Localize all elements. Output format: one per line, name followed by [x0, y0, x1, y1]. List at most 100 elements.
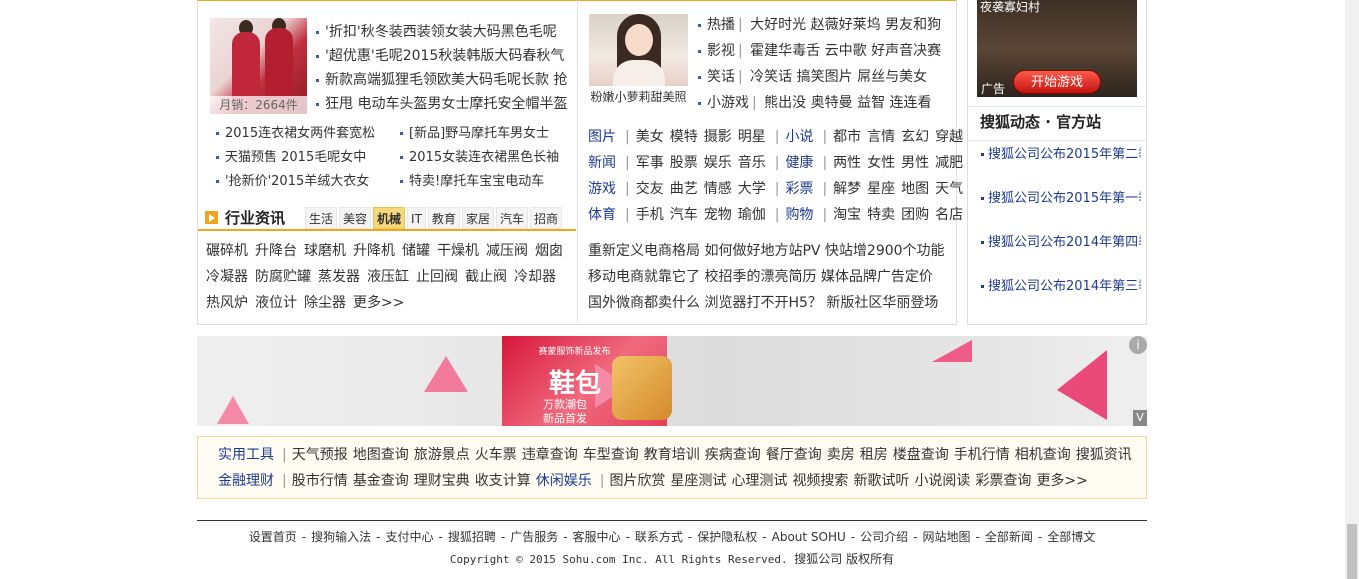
tool-link[interactable]: 楼盘查询 [893, 447, 949, 463]
footer-link[interactable]: 全部新闻 [985, 530, 1033, 544]
category-link[interactable]: 新闻 [588, 155, 616, 171]
nav-link[interactable]: 减肥 [935, 155, 963, 171]
machinery-link[interactable]: 冷凝器 [206, 269, 248, 285]
nav-link[interactable]: 瑜伽 [738, 207, 766, 223]
list-link[interactable]: 奥特曼 [811, 95, 853, 111]
nav-link[interactable]: 汽车 [670, 207, 698, 223]
category-link[interactable]: 小说 [785, 129, 813, 145]
featured-photo[interactable] [589, 14, 688, 86]
footer-link[interactable]: 设置首页 [249, 530, 297, 544]
tool-link[interactable]: 教育培训 [644, 447, 700, 463]
machinery-link[interactable]: 截止阀 [465, 269, 507, 285]
photo-caption[interactable]: 粉嫩小萝莉甜美照 [589, 88, 688, 106]
more-link[interactable]: 更多>> [1036, 473, 1087, 489]
nav-link[interactable]: 特卖 [867, 207, 895, 223]
footer-link[interactable]: 客服中心 [573, 530, 621, 544]
list-link[interactable]: 搞笑图片 [797, 69, 853, 85]
nav-link[interactable]: 明星 [738, 129, 766, 145]
nav-link[interactable]: 宠物 [704, 207, 732, 223]
list-link[interactable]: 赵薇好莱坞 [811, 17, 881, 33]
list-link[interactable]: 益智 [857, 95, 885, 111]
list-item[interactable]: 移动电商就靠它了 校招季的漂亮简历 媒体品牌广告定价 [588, 264, 954, 290]
tab-beauty[interactable]: 美容 [339, 207, 372, 229]
nav-link[interactable]: 女性 [867, 155, 895, 171]
category-link[interactable]: 影视 [707, 43, 735, 59]
nav-link[interactable]: 美女 [636, 129, 664, 145]
nav-link[interactable]: 曲艺 [670, 181, 698, 197]
list-item[interactable]: '超优惠'毛呢2015秋装韩版大码春秋气 [316, 44, 568, 68]
list-item[interactable]: '折扣'秋冬装西装领女装大码黑色毛呢 [316, 20, 568, 44]
tool-link[interactable]: 新歌试听 [853, 473, 909, 489]
list-item[interactable]: 搜狐公司公布2014年第四季度未经审计财务报告 [981, 232, 1141, 276]
list-item[interactable]: 重新定义电商格局 如何做好地方站PV 快站增2900个功能 [588, 238, 954, 264]
machinery-link[interactable]: 碾碎机 [206, 243, 248, 259]
footer-link[interactable]: 广告服务 [510, 530, 558, 544]
list-link[interactable]: 连连看 [890, 95, 932, 111]
footer-link[interactable]: 公司介绍 [860, 530, 908, 544]
list-item[interactable]: 2015连衣裙女两件套宽松 [216, 122, 391, 146]
footer-link[interactable]: 支付中心 [385, 530, 433, 544]
list-item[interactable]: 特卖!摩托车宝宝电动车 [400, 170, 568, 194]
category-link[interactable]: 热播 [707, 17, 735, 33]
nav-link[interactable]: 穿越 [935, 129, 963, 145]
footer-link[interactable]: 保护隐私权 [697, 530, 757, 544]
machinery-link[interactable]: 液位计 [255, 295, 297, 311]
nav-link[interactable]: 手机 [636, 207, 664, 223]
tool-link[interactable]: 小说阅读 [914, 473, 970, 489]
tab-education[interactable]: 教育 [427, 207, 460, 229]
ad-info-icon[interactable]: i [1129, 336, 1147, 354]
tool-link[interactable]: 理财宝典 [414, 473, 470, 489]
tab-machinery[interactable]: 机械 [373, 207, 406, 229]
nav-link[interactable]: 言情 [867, 129, 895, 145]
nav-link[interactable]: 军事 [636, 155, 664, 171]
machinery-link[interactable]: 烟囱 [535, 243, 563, 259]
tool-link[interactable]: 租房 [860, 447, 888, 463]
scrollbar-track[interactable] [1345, 0, 1359, 579]
nav-link[interactable]: 名店 [935, 207, 963, 223]
banner-ad[interactable]: 赛蒙服饰新品发布 鞋包 万款潮包 新品首发 [197, 336, 1147, 426]
list-item[interactable]: [新品]野马摩托车男女士 [400, 122, 568, 146]
more-link[interactable]: 更多>> [353, 295, 404, 311]
list-item[interactable]: 2015女装连衣裙黑色长袖 [400, 146, 568, 170]
footer-link[interactable]: About SOHU [772, 530, 846, 544]
scrollbar-thumb[interactable] [1347, 524, 1357, 579]
category-link[interactable]: 彩票 [785, 181, 813, 197]
tool-link[interactable]: 相机查询 [1015, 447, 1071, 463]
nav-link[interactable]: 大学 [738, 181, 766, 197]
category-link[interactable]: 体育 [588, 207, 616, 223]
tab-home[interactable]: 家居 [461, 207, 494, 229]
nav-link[interactable]: 股票 [670, 155, 698, 171]
tool-link[interactable]: 搜狐资讯 [1076, 447, 1132, 463]
list-item[interactable]: 天猫预售 2015毛呢女中 [216, 146, 391, 170]
tool-link[interactable]: 餐厅查询 [766, 447, 822, 463]
tool-link[interactable]: 收支计算 [475, 473, 531, 489]
category-link[interactable]: 健康 [785, 155, 813, 171]
machinery-link[interactable]: 储罐 [402, 243, 430, 259]
machinery-link[interactable]: 热风炉 [206, 295, 248, 311]
machinery-link[interactable]: 防腐贮罐 [255, 269, 311, 285]
list-item[interactable]: 新款高端狐狸毛领欧美大码毛呢长款 抢 [316, 68, 568, 92]
machinery-link[interactable]: 减压阀 [486, 243, 528, 259]
footer-link[interactable]: 搜狗输入法 [311, 530, 371, 544]
machinery-link[interactable]: 干燥机 [437, 243, 479, 259]
list-link[interactable]: 霍建华毒舌 [750, 43, 820, 59]
category-link[interactable]: 小游戏 [707, 95, 749, 111]
tab-life[interactable]: 生活 [305, 207, 338, 229]
tool-link[interactable]: 手机行情 [954, 447, 1010, 463]
machinery-link[interactable]: 除尘器 [304, 295, 346, 311]
tool-link[interactable]: 图片欣赏 [609, 473, 665, 489]
category-link[interactable]: 实用工具 [218, 447, 274, 463]
list-item[interactable]: 狂甩 电动车头盔男女士摩托安全帽半盔 [316, 92, 568, 116]
tool-link[interactable]: 卖房 [827, 447, 855, 463]
tool-link[interactable]: 天气预报 [292, 447, 348, 463]
tool-link[interactable]: 火车票 [475, 447, 517, 463]
tool-link[interactable]: 视频搜索 [792, 473, 848, 489]
nav-link[interactable]: 都市 [833, 129, 861, 145]
ad-collapse-icon[interactable]: V [1133, 410, 1147, 426]
list-item[interactable]: 搜狐公司公布2015年第一季度未经审计的财务报告 [981, 188, 1141, 232]
list-item[interactable]: 国外微商都卖什么 浏览器打不开H5？ 新版社区华丽登场 [588, 290, 954, 316]
machinery-link[interactable]: 液压缸 [367, 269, 409, 285]
nav-link[interactable]: 交友 [636, 181, 664, 197]
category-link[interactable]: 笑话 [707, 69, 735, 85]
tool-link[interactable]: 彩票查询 [975, 473, 1031, 489]
